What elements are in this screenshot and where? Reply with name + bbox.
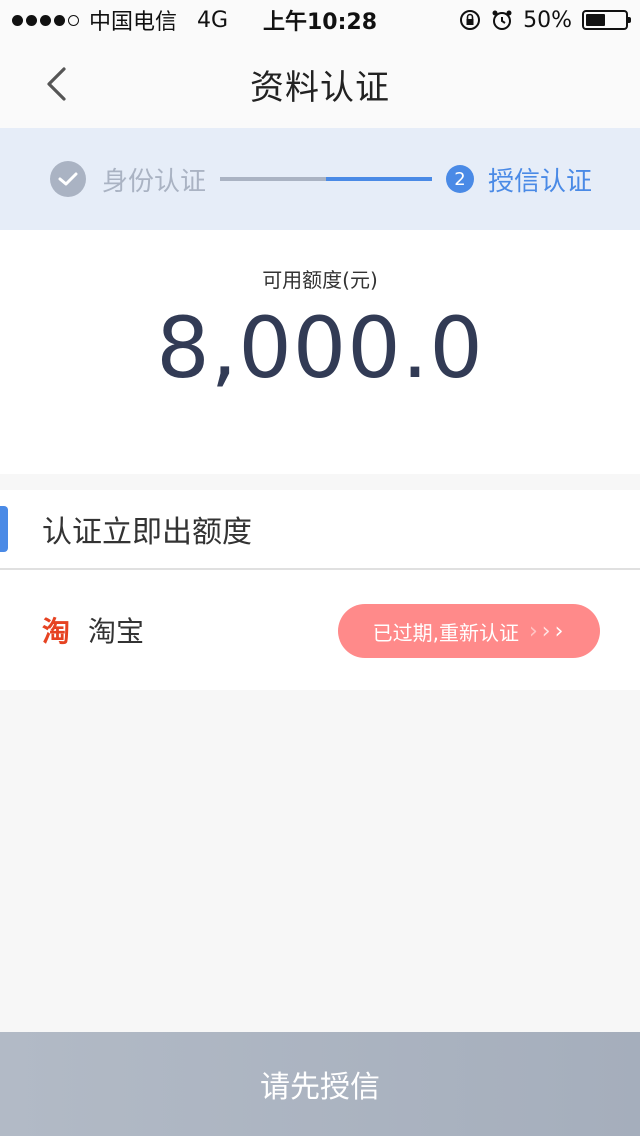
battery-percent: 50% xyxy=(523,7,572,33)
available-credit-value: 8,000.0 xyxy=(156,299,484,397)
nav-bar: 资料认证 xyxy=(0,40,640,128)
status-left: 中国电信 4G xyxy=(12,4,228,36)
list-item-taobao: 淘 淘宝 已过期,重新认证 › › › xyxy=(0,570,640,690)
page: 中国电信 4G 上午10:28 50% 资料认证 身份认证 2 授信认证 可用额… xyxy=(0,0,640,1136)
taobao-icon: 淘 xyxy=(42,615,71,648)
rotation-lock-icon xyxy=(460,10,481,30)
battery-fill xyxy=(586,14,605,26)
step-connector xyxy=(220,177,433,181)
progress-stepper: 身份认证 2 授信认证 xyxy=(0,128,640,230)
step-credit: 2 授信认证 xyxy=(446,161,592,198)
section-header: 认证立即出额度 xyxy=(0,490,640,568)
reauthenticate-button[interactable]: 已过期,重新认证 › › › xyxy=(338,604,600,658)
status-bar: 中国电信 4G 上午10:28 50% xyxy=(0,0,640,40)
status-right: 50% xyxy=(459,7,631,33)
available-credit-label: 可用额度(元) xyxy=(262,268,378,292)
list-item-label: 淘宝 xyxy=(88,615,145,648)
page-title: 资料认证 xyxy=(250,67,390,108)
amount-card: 可用额度(元) 8,000.0 xyxy=(0,230,640,474)
authorize-first-button[interactable]: 请先授信 xyxy=(0,1032,640,1136)
alarm-icon xyxy=(492,10,512,30)
battery-icon xyxy=(582,10,631,30)
signal-strength-icon xyxy=(12,14,79,26)
section-title: 认证立即出额度 xyxy=(42,515,252,550)
step-credit-label: 授信认证 xyxy=(488,166,593,197)
check-icon xyxy=(50,161,86,197)
back-button[interactable] xyxy=(36,62,76,106)
reauthenticate-label: 已过期,重新认证 xyxy=(372,620,519,645)
step-identity-label: 身份认证 xyxy=(102,166,207,197)
section-marker xyxy=(0,506,8,552)
step-identity: 身份认证 xyxy=(50,161,206,198)
network-type: 4G xyxy=(197,7,229,33)
chevron-right-icon: › › › xyxy=(528,618,566,644)
step-number-badge: 2 xyxy=(446,165,475,193)
carrier-name: 中国电信 xyxy=(89,10,178,35)
chevron-left-icon xyxy=(47,67,66,101)
